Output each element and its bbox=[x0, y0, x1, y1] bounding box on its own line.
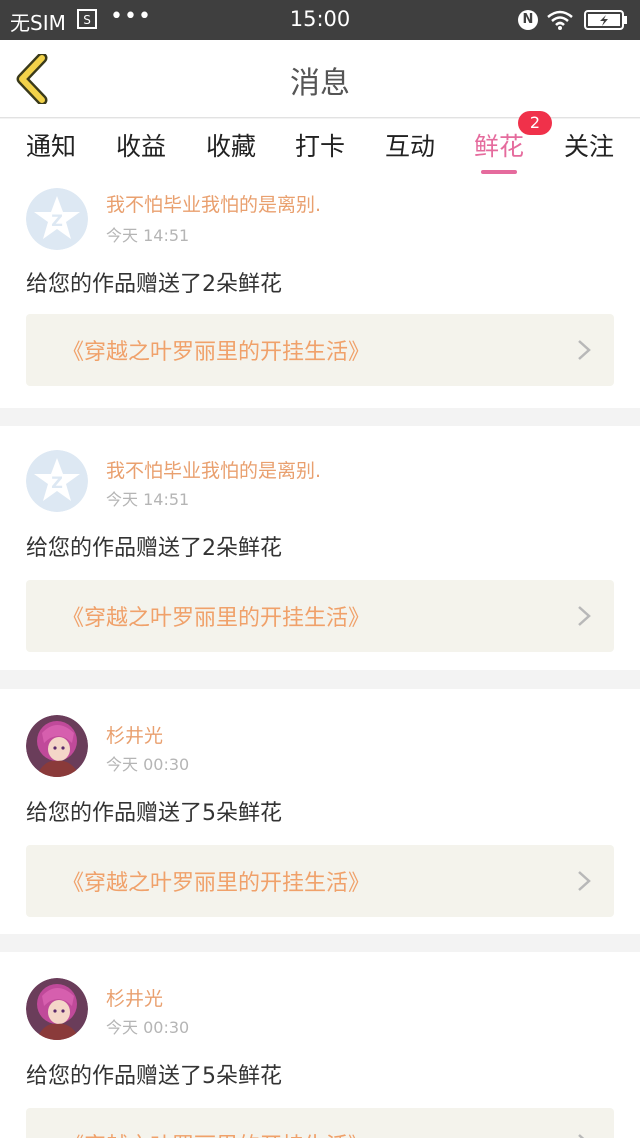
message-text: 给您的作品赠送了2朵鲜花 bbox=[26, 536, 282, 561]
book-title: 《穿越之叶罗丽里的开挂生活》 bbox=[62, 606, 371, 631]
tab-follow[interactable]: 关注 bbox=[564, 127, 614, 163]
tab-notice[interactable]: 通知 bbox=[26, 127, 76, 163]
active-tab-indicator bbox=[481, 170, 517, 174]
nfc-icon: N bbox=[518, 10, 538, 30]
book-link[interactable]: 《穿越之叶罗丽里的开挂生活》 bbox=[26, 1108, 614, 1138]
chevron-right-icon bbox=[578, 606, 591, 626]
tab-interaction[interactable]: 互动 bbox=[385, 127, 435, 163]
tab-flowers[interactable]: 鲜花 bbox=[474, 127, 524, 163]
default-avatar-icon[interactable]: Z bbox=[26, 188, 88, 250]
book-title: 《穿越之叶罗丽里的开挂生活》 bbox=[62, 1128, 370, 1138]
book-link[interactable]: 《穿越之叶罗丽里的开挂生活》 bbox=[26, 314, 614, 386]
svg-text:Z: Z bbox=[51, 211, 63, 230]
book-link[interactable]: 《穿越之叶罗丽里的开挂生活》 bbox=[26, 845, 614, 917]
page-title: 消息 bbox=[290, 66, 350, 101]
username[interactable]: 我不怕毕业我怕的是离别. bbox=[106, 456, 321, 483]
book-title: 《穿越之叶罗丽里的开挂生活》 bbox=[62, 871, 371, 896]
wifi-icon bbox=[547, 10, 573, 30]
chevron-right-icon bbox=[578, 340, 591, 360]
message-time: 今天 00:30 bbox=[106, 755, 190, 774]
status-bar: 无SIM S ••• 15:00 N bbox=[0, 0, 640, 40]
tab-checkin[interactable]: 打卡 bbox=[295, 127, 345, 163]
message-card: 杉井光 今天 00:30 给您的作品赠送了5朵鲜花 《穿越之叶罗丽里的开挂生活》 bbox=[0, 689, 640, 934]
nav-bar: 消息 bbox=[0, 40, 640, 118]
anime-avatar-icon[interactable] bbox=[26, 715, 88, 777]
message-text: 给您的作品赠送了2朵鲜花 bbox=[26, 272, 282, 297]
default-avatar-icon[interactable]: Z bbox=[26, 450, 88, 512]
username[interactable]: 我不怕毕业我怕的是离别. bbox=[106, 190, 321, 217]
username[interactable]: 杉井光 bbox=[106, 984, 163, 1011]
status-time: 15:00 bbox=[289, 7, 351, 31]
username[interactable]: 杉井光 bbox=[106, 721, 163, 748]
message-card: 杉井光 今天 00:30 给您的作品赠送了5朵鲜花 《穿越之叶罗丽里的开挂生活》 bbox=[0, 952, 640, 1138]
book-link[interactable]: 《穿越之叶罗丽里的开挂生活》 bbox=[26, 580, 614, 652]
back-button[interactable] bbox=[10, 54, 58, 104]
svg-text:Z: Z bbox=[51, 473, 63, 492]
message-text: 给您的作品赠送了5朵鲜花 bbox=[26, 1064, 282, 1089]
message-time: 今天 14:51 bbox=[106, 226, 190, 245]
battery-charging-icon bbox=[584, 10, 627, 30]
tab-earnings[interactable]: 收益 bbox=[116, 127, 166, 163]
message-text: 给您的作品赠送了5朵鲜花 bbox=[26, 801, 282, 826]
message-time: 今天 14:51 bbox=[106, 490, 190, 509]
chevron-right-icon bbox=[578, 871, 591, 891]
tab-favorites[interactable]: 收藏 bbox=[206, 127, 256, 163]
book-title: 《穿越之叶罗丽里的开挂生活》 bbox=[62, 340, 371, 365]
flowers-badge: 2 bbox=[518, 111, 552, 135]
message-card: Z 我不怕毕业我怕的是离别. 今天 14:51 给您的作品赠送了2朵鲜花 《穿越… bbox=[0, 426, 640, 670]
chevron-right-icon bbox=[578, 1134, 585, 1138]
message-time: 今天 00:30 bbox=[106, 1018, 190, 1037]
anime-avatar-icon[interactable] bbox=[26, 978, 88, 1040]
message-card: Z 我不怕毕业我怕的是离别. 今天 14:51 给您的作品赠送了2朵鲜花 《穿越… bbox=[0, 178, 640, 408]
